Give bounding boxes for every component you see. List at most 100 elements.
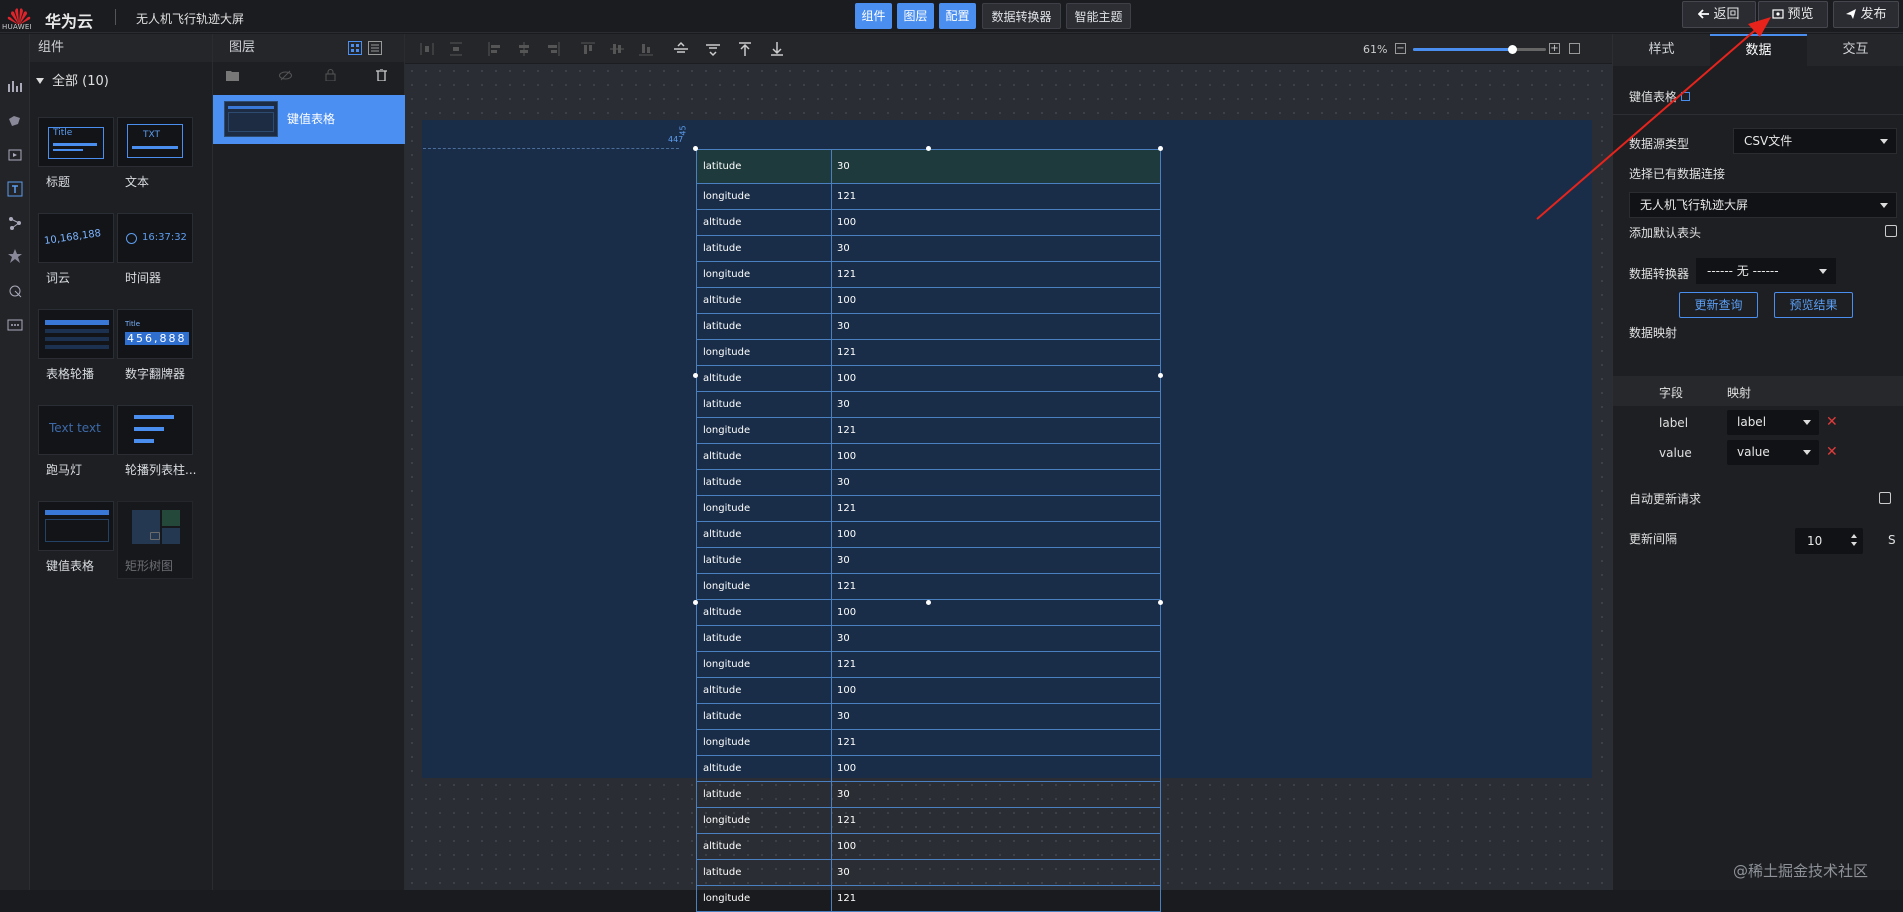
component-kv-table[interactable]: 键值表格 bbox=[38, 501, 116, 573]
component-title[interactable]: Title 标题 bbox=[38, 117, 116, 189]
material-icon[interactable] bbox=[7, 248, 23, 264]
edit-icon[interactable] bbox=[1681, 92, 1691, 101]
kv-divider bbox=[831, 150, 832, 183]
zoom-out-button[interactable]: − bbox=[1395, 43, 1406, 54]
auto-update-checkbox[interactable] bbox=[1879, 492, 1891, 504]
align-bottom-icon[interactable] bbox=[638, 41, 654, 57]
tab-data-converter[interactable]: 数据转换器 bbox=[982, 3, 1061, 29]
kv-divider bbox=[831, 470, 832, 495]
stepper-down-icon[interactable] bbox=[1851, 542, 1857, 546]
interaction-icon[interactable] bbox=[7, 283, 23, 299]
kv-divider bbox=[831, 834, 832, 859]
move-up-icon[interactable] bbox=[737, 41, 753, 57]
kv-row: longitude 121 bbox=[696, 262, 1161, 288]
tab-interaction[interactable]: 交互 bbox=[1807, 34, 1903, 66]
tab-style[interactable]: 样式 bbox=[1613, 34, 1710, 66]
resize-handle[interactable] bbox=[1158, 373, 1163, 378]
kv-key: latitude bbox=[703, 789, 742, 800]
preview-button[interactable]: 预览 bbox=[1758, 1, 1828, 28]
layer-item-kv-table[interactable]: 键值表格 bbox=[213, 95, 405, 144]
kv-row: altitude 100 bbox=[696, 834, 1161, 860]
kv-value: 121 bbox=[837, 191, 857, 202]
mapping-select[interactable]: label bbox=[1727, 410, 1819, 435]
bring-forward-icon[interactable] bbox=[673, 41, 689, 57]
list-view-icon[interactable] bbox=[368, 41, 382, 55]
canvas-toolbar: 61% − + bbox=[405, 34, 1612, 64]
resize-handle[interactable] bbox=[1158, 600, 1163, 605]
fit-screen-icon[interactable] bbox=[1569, 43, 1580, 54]
delete-icon[interactable] bbox=[376, 69, 387, 81]
component-group-all[interactable]: 全部 (10) bbox=[33, 68, 213, 96]
align-center-h-icon[interactable] bbox=[516, 41, 532, 57]
stepper-icon[interactable] bbox=[1851, 534, 1857, 538]
existing-connection-select[interactable]: 无人机飞行轨迹大屏 bbox=[1629, 192, 1897, 218]
component-timer[interactable]: 16:37:32 时间器 bbox=[117, 213, 195, 285]
interval-input[interactable]: 10 bbox=[1795, 528, 1863, 554]
move-down-icon[interactable] bbox=[769, 41, 785, 57]
resize-handle[interactable] bbox=[926, 146, 931, 151]
kv-row: altitude 100 bbox=[696, 210, 1161, 236]
tab-config[interactable]: 配置 bbox=[939, 3, 976, 29]
relation-icon[interactable] bbox=[7, 215, 23, 231]
folder-icon[interactable] bbox=[226, 70, 239, 81]
remove-mapping-icon[interactable]: ✕ bbox=[1826, 414, 1838, 430]
distribute-v-icon[interactable] bbox=[448, 41, 464, 57]
hide-icon[interactable] bbox=[279, 70, 292, 81]
kv-value: 100 bbox=[837, 217, 857, 228]
datasource-type-select[interactable]: CSV文件 bbox=[1733, 128, 1897, 154]
mapping-value: value bbox=[1737, 445, 1770, 459]
bar-chart-icon[interactable] bbox=[7, 78, 23, 94]
lock-icon bbox=[150, 532, 160, 540]
component-label: 时间器 bbox=[125, 271, 162, 285]
align-left-icon[interactable] bbox=[487, 41, 503, 57]
resize-handle[interactable] bbox=[926, 600, 931, 605]
kv-divider bbox=[831, 444, 832, 469]
tab-layers[interactable]: 图层 bbox=[897, 3, 934, 29]
mapping-select[interactable]: value bbox=[1727, 440, 1819, 465]
component-carousel-bar-list[interactable]: 轮播列表柱... bbox=[117, 405, 196, 477]
resize-handle[interactable] bbox=[693, 373, 698, 378]
back-button[interactable]: 返回 bbox=[1682, 1, 1756, 28]
tab-components[interactable]: 组件 bbox=[855, 3, 892, 29]
component-table-carousel[interactable]: 表格轮播 bbox=[38, 309, 116, 381]
zoom-in-button[interactable]: + bbox=[1549, 43, 1560, 54]
zoom-slider[interactable] bbox=[1413, 45, 1546, 54]
remove-mapping-icon[interactable]: ✕ bbox=[1826, 444, 1838, 460]
component-marquee[interactable]: Text text 跑马灯 bbox=[38, 405, 116, 477]
preview-result-button[interactable]: 预览结果 bbox=[1774, 292, 1853, 318]
resize-handle[interactable] bbox=[693, 146, 698, 151]
align-top-icon[interactable] bbox=[580, 41, 596, 57]
publish-button[interactable]: 发布 bbox=[1833, 1, 1899, 28]
converter-select[interactable]: ------ 无 ------ bbox=[1696, 258, 1836, 284]
resize-handle[interactable] bbox=[693, 600, 698, 605]
send-backward-icon[interactable] bbox=[705, 41, 721, 57]
component-digital-flip[interactable]: Title 456,888 数字翻牌器 bbox=[117, 309, 195, 381]
media-icon[interactable] bbox=[7, 147, 23, 163]
component-text[interactable]: TXT 文本 bbox=[117, 117, 195, 189]
kv-divider bbox=[831, 314, 832, 339]
map-icon[interactable] bbox=[7, 113, 23, 129]
more-icon[interactable] bbox=[7, 317, 23, 333]
digital-flip-thumbnail: Title 456,888 bbox=[117, 309, 193, 359]
kv-value: 100 bbox=[837, 841, 857, 852]
kv-value: 100 bbox=[837, 295, 857, 306]
add-default-header-checkbox[interactable] bbox=[1885, 225, 1897, 237]
kv-value: 30 bbox=[837, 711, 850, 722]
zoom-slider-handle[interactable] bbox=[1507, 45, 1517, 54]
align-middle-v-icon[interactable] bbox=[609, 41, 625, 57]
brand-name[interactable]: 华为云 bbox=[45, 8, 93, 32]
update-query-button[interactable]: 更新查询 bbox=[1679, 292, 1758, 318]
tab-smart-theme[interactable]: 智能主题 bbox=[1066, 3, 1131, 29]
grid-view-icon[interactable] bbox=[348, 41, 362, 55]
tab-data[interactable]: 数据 bbox=[1710, 34, 1807, 66]
kv-divider bbox=[831, 366, 832, 391]
distribute-h-icon[interactable] bbox=[419, 41, 435, 57]
text-icon[interactable] bbox=[7, 181, 23, 197]
kv-key: longitude bbox=[703, 269, 751, 280]
component-treemap[interactable]: 矩形树图 bbox=[117, 501, 195, 579]
align-right-icon[interactable] bbox=[545, 41, 561, 57]
resize-handle[interactable] bbox=[1158, 146, 1163, 151]
component-word-cloud[interactable]: 10,168,188 词云 bbox=[38, 213, 116, 285]
category-strip bbox=[0, 34, 30, 890]
lock-icon[interactable] bbox=[325, 69, 336, 81]
